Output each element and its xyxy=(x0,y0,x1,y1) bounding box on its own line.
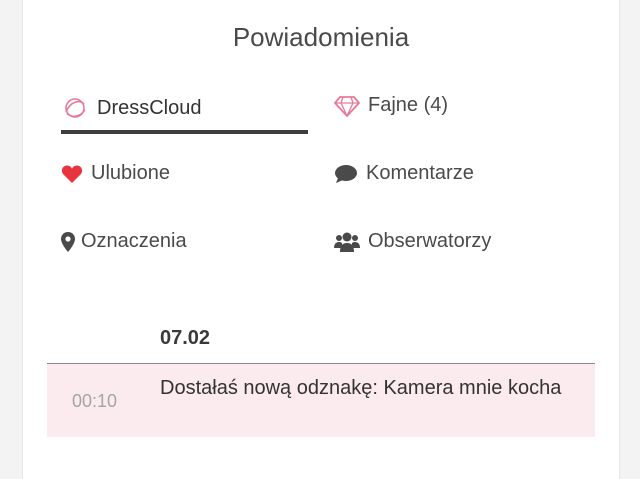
users-icon xyxy=(334,231,360,253)
notification-message: Dostałaś nową odznakę: Kamera mnie kocha xyxy=(160,377,562,399)
page-title: Powiadomienia xyxy=(232,22,410,52)
location-pin-icon xyxy=(61,231,75,252)
tab-komentarze[interactable]: Komentarze xyxy=(334,162,474,185)
notification-time: 00:10 xyxy=(72,391,118,411)
notifications-panel: Powiadomienia DressCloud Fajne (4) Ulubi… xyxy=(22,0,620,479)
dresscloud-logo-icon xyxy=(61,94,89,122)
tab-dresscloud[interactable]: DressCloud xyxy=(61,94,201,122)
diamond-icon xyxy=(334,95,360,117)
tab-label: Obserwatorzy xyxy=(368,230,492,252)
active-tab-indicator xyxy=(61,130,308,134)
tab-label: Fajne (4) xyxy=(368,94,449,116)
tab-ulubione[interactable]: Ulubione xyxy=(61,162,170,185)
heart-icon xyxy=(61,164,83,184)
notification-item[interactable]: 00:10 Dostałaś nową odznakę: Kamera mnie… xyxy=(47,364,595,437)
tab-obserwatorzy[interactable]: Obserwatorzy xyxy=(334,230,491,253)
tab-label: Komentarze xyxy=(366,162,474,184)
tab-label: Ulubione xyxy=(91,162,170,184)
date-heading: 07.02 xyxy=(160,327,211,349)
tab-fajne[interactable]: Fajne (4) xyxy=(334,94,448,117)
tab-label: Oznaczenia xyxy=(81,230,187,252)
tab-oznaczenia[interactable]: Oznaczenia xyxy=(61,230,187,253)
comment-icon xyxy=(334,164,358,184)
tab-label: DressCloud xyxy=(97,96,202,119)
